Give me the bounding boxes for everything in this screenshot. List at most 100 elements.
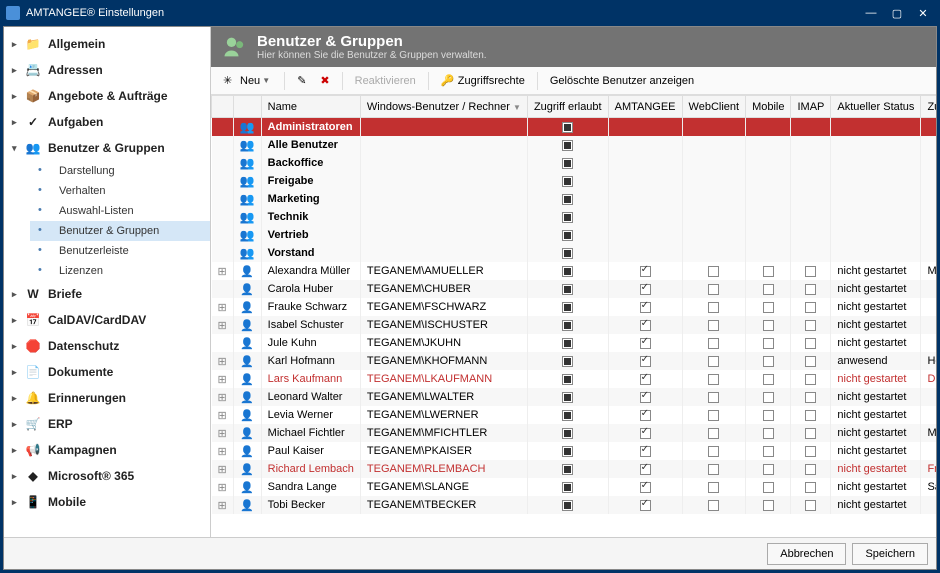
- group-row[interactable]: 👥 Alle Benutzer: [212, 136, 937, 154]
- col-mobile[interactable]: Mobile: [746, 96, 791, 118]
- expand-cell[interactable]: ⊞: [212, 406, 234, 424]
- expand-cell[interactable]: ⊞: [212, 298, 234, 316]
- imap-checkbox[interactable]: [805, 284, 816, 295]
- col-access[interactable]: Zugriff erlaubt: [527, 96, 608, 118]
- access-checkbox[interactable]: [562, 158, 573, 169]
- imap-checkbox[interactable]: [805, 320, 816, 331]
- col-name[interactable]: Name: [261, 96, 360, 118]
- nav-section-microsoft-[interactable]: ▸◆Microsoft® 365: [4, 463, 210, 489]
- webclient-checkbox[interactable]: [708, 266, 719, 277]
- imap-checkbox[interactable]: [805, 446, 816, 457]
- rights-button[interactable]: 🔑 Zugriffsrechte: [435, 71, 531, 91]
- group-row[interactable]: 👥 Vorstand: [212, 244, 937, 262]
- access-checkbox[interactable]: [562, 248, 573, 259]
- webclient-checkbox[interactable]: [708, 320, 719, 331]
- user-row[interactable]: ⊞ 👤 Michael Fichtler TEGANEM\MFICHTLER n…: [212, 424, 937, 442]
- imap-checkbox[interactable]: [805, 266, 816, 277]
- access-checkbox[interactable]: [562, 338, 573, 349]
- save-button[interactable]: Speichern: [852, 543, 928, 565]
- mobile-checkbox[interactable]: [763, 482, 774, 493]
- user-row[interactable]: ⊞ 👤 Levia Werner TEGANEM\LWERNER nicht g…: [212, 406, 937, 424]
- access-checkbox[interactable]: [562, 194, 573, 205]
- cancel-button[interactable]: Abbrechen: [767, 543, 846, 565]
- webclient-checkbox[interactable]: [708, 302, 719, 313]
- amtangee-checkbox[interactable]: [640, 266, 651, 277]
- amtangee-checkbox[interactable]: [640, 428, 651, 439]
- expand-cell[interactable]: ⊞: [212, 478, 234, 496]
- amtangee-checkbox[interactable]: [640, 356, 651, 367]
- expand-cell[interactable]: ⊞: [212, 424, 234, 442]
- nav-section-datenschutz[interactable]: ▸🛑Datenschutz: [4, 333, 210, 359]
- user-row[interactable]: ⊞ 👤 Richard Lembach TEGANEM\RLEMBACH nic…: [212, 460, 937, 478]
- access-checkbox[interactable]: [562, 392, 573, 403]
- user-row[interactable]: 👤 Carola Huber TEGANEM\CHUBER nicht gest…: [212, 280, 937, 298]
- mobile-checkbox[interactable]: [763, 500, 774, 511]
- webclient-checkbox[interactable]: [708, 392, 719, 403]
- access-checkbox[interactable]: [562, 266, 573, 277]
- expand-cell[interactable]: [212, 280, 234, 298]
- dropdown-icon[interactable]: ▼: [262, 76, 272, 85]
- nav-sub-benutzer-gruppen[interactable]: •Benutzer & Gruppen: [30, 221, 210, 241]
- nav-section-dokumente[interactable]: ▸📄Dokumente: [4, 359, 210, 385]
- access-checkbox[interactable]: [562, 446, 573, 457]
- amtangee-checkbox[interactable]: [640, 482, 651, 493]
- access-checkbox[interactable]: [562, 356, 573, 367]
- minimize-button[interactable]: —: [860, 4, 882, 22]
- access-checkbox[interactable]: [562, 320, 573, 331]
- mobile-checkbox[interactable]: [763, 320, 774, 331]
- nav-sub-auswahl-listen[interactable]: •Auswahl-Listen: [30, 201, 210, 221]
- nav-sub-lizenzen[interactable]: •Lizenzen: [30, 261, 210, 281]
- webclient-checkbox[interactable]: [708, 338, 719, 349]
- nav-section-angebote-auftr-ge[interactable]: ▸📦Angebote & Aufträge: [4, 83, 210, 109]
- expand-cell[interactable]: ⊞: [212, 262, 234, 280]
- access-checkbox[interactable]: [562, 284, 573, 295]
- nav-section-mobile[interactable]: ▸📱Mobile: [4, 489, 210, 515]
- user-row[interactable]: ⊞ 👤 Karl Hofmann TEGANEM\KHOFMANN anwese…: [212, 352, 937, 370]
- nav-sub-benutzerleiste[interactable]: •Benutzerleiste: [30, 241, 210, 261]
- group-row[interactable]: 👥 Marketing: [212, 190, 937, 208]
- access-checkbox[interactable]: [562, 212, 573, 223]
- mobile-checkbox[interactable]: [763, 266, 774, 277]
- mobile-checkbox[interactable]: [763, 446, 774, 457]
- imap-checkbox[interactable]: [805, 410, 816, 421]
- mobile-checkbox[interactable]: [763, 284, 774, 295]
- grid-container[interactable]: Name Windows-Benutzer / Rechner ▼ Zugrif…: [211, 95, 936, 537]
- expand-cell[interactable]: ⊞: [212, 460, 234, 478]
- expand-cell[interactable]: ⊞: [212, 370, 234, 388]
- col-lastlogin[interactable]: Zuletzt angemeldet am: [921, 96, 936, 118]
- imap-checkbox[interactable]: [805, 356, 816, 367]
- access-checkbox[interactable]: [562, 140, 573, 151]
- mobile-checkbox[interactable]: [763, 356, 774, 367]
- user-row[interactable]: ⊞ 👤 Tobi Becker TEGANEM\TBECKER nicht ge…: [212, 496, 937, 514]
- access-checkbox[interactable]: [562, 410, 573, 421]
- mobile-checkbox[interactable]: [763, 374, 774, 385]
- expand-cell[interactable]: ⊞: [212, 442, 234, 460]
- expand-cell[interactable]: ⊞: [212, 388, 234, 406]
- user-row[interactable]: ⊞ 👤 Isabel Schuster TEGANEM\ISCHUSTER ni…: [212, 316, 937, 334]
- mobile-checkbox[interactable]: [763, 302, 774, 313]
- col-winuser[interactable]: Windows-Benutzer / Rechner ▼: [360, 96, 527, 118]
- col-webclient[interactable]: WebClient: [682, 96, 746, 118]
- amtangee-checkbox[interactable]: [640, 500, 651, 511]
- group-row[interactable]: 👥 Administratoren: [212, 118, 937, 137]
- user-row[interactable]: ⊞ 👤 Sandra Lange TEGANEM\SLANGE nicht ge…: [212, 478, 937, 496]
- access-checkbox[interactable]: [562, 122, 573, 133]
- nav-sub-verhalten[interactable]: •Verhalten: [30, 181, 210, 201]
- col-expand[interactable]: [212, 96, 234, 118]
- imap-checkbox[interactable]: [805, 500, 816, 511]
- mobile-checkbox[interactable]: [763, 392, 774, 403]
- webclient-checkbox[interactable]: [708, 464, 719, 475]
- webclient-checkbox[interactable]: [708, 500, 719, 511]
- nav-section-erinnerungen[interactable]: ▸🔔Erinnerungen: [4, 385, 210, 411]
- nav-section-caldav-carddav[interactable]: ▸📅CalDAV/CardDAV: [4, 307, 210, 333]
- amtangee-checkbox[interactable]: [640, 446, 651, 457]
- access-checkbox[interactable]: [562, 464, 573, 475]
- nav-section-briefe[interactable]: ▸WBriefe: [4, 281, 210, 307]
- access-checkbox[interactable]: [562, 230, 573, 241]
- user-row[interactable]: ⊞ 👤 Frauke Schwarz TEGANEM\FSCHWARZ nich…: [212, 298, 937, 316]
- mobile-checkbox[interactable]: [763, 464, 774, 475]
- nav-sub-darstellung[interactable]: •Darstellung: [30, 161, 210, 181]
- group-row[interactable]: 👥 Backoffice: [212, 154, 937, 172]
- access-checkbox[interactable]: [562, 374, 573, 385]
- imap-checkbox[interactable]: [805, 374, 816, 385]
